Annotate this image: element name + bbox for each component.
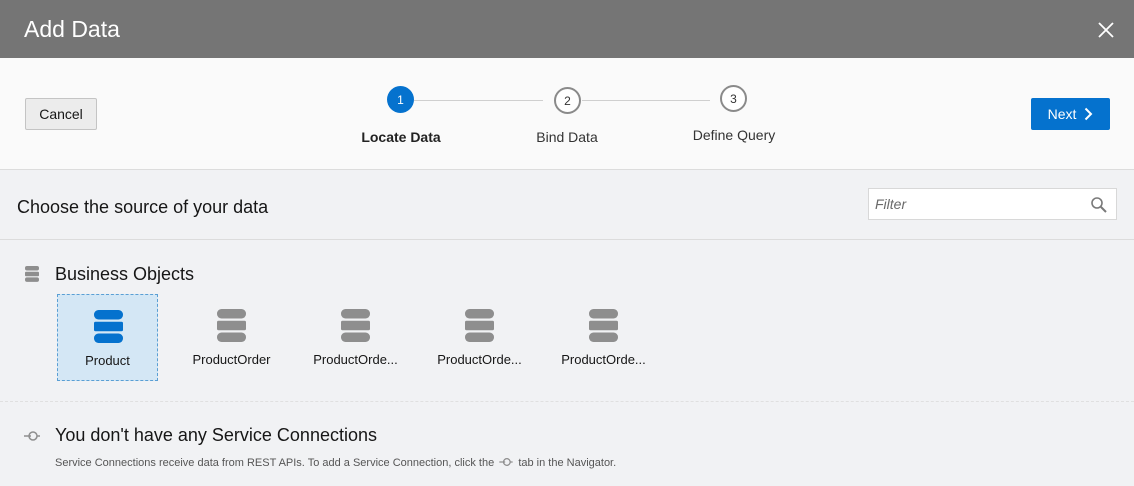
wizard-train-bar: Cancel 1 2 3 Locate Data Bind Data Defin… [0,58,1134,170]
step-1-indicator[interactable]: 1 [387,86,414,113]
close-icon[interactable] [1096,20,1116,40]
business-objects-section: Business Objects Product ProductOrder Pr… [0,240,1134,402]
filter-input[interactable] [869,189,1116,219]
business-object-tile[interactable]: ProductOrde... [429,294,530,381]
next-button-label: Next [1047,106,1077,122]
service-connections-description: Service Connections receive data from RE… [55,457,616,469]
database-icon [217,309,246,342]
search-icon[interactable] [1090,196,1108,214]
description-text: Service Connections receive data from RE… [55,457,495,469]
database-icon [589,309,618,342]
source-header: Choose the source of your data [0,170,1134,240]
service-connections-title: You don't have any Service Connections [55,425,377,445]
business-object-tile[interactable]: ProductOrde... [553,294,654,381]
business-object-label: ProductOrde... [561,352,646,367]
filter-field[interactable] [868,188,1117,220]
step-1-label: Locate Data [361,129,441,145]
step-2-indicator[interactable]: 2 [554,87,581,114]
dialog-title: Add Data [24,16,120,42]
business-object-tile[interactable]: ProductOrder [181,294,282,381]
database-icon [465,309,494,342]
step-3-label: Define Query [692,127,776,143]
business-object-tile[interactable]: Product [57,294,158,381]
business-object-label: ProductOrder [192,352,271,367]
business-object-label: ProductOrde... [437,352,522,367]
business-object-label: ProductOrde... [313,352,398,367]
plug-icon [499,458,513,466]
step-connector [414,100,543,101]
business-object-tile[interactable]: ProductOrde... [305,294,406,381]
database-icon [341,309,370,342]
database-icon [94,310,123,343]
step-connector [582,100,710,101]
next-button[interactable]: Next [1031,98,1110,130]
service-connections-section: You don't have any Service Connections S… [0,402,1134,486]
database-icon [25,266,39,282]
business-object-label: Product [85,353,130,368]
chevron-right-icon [1085,107,1093,121]
business-objects-title: Business Objects [55,264,195,284]
cancel-button[interactable]: Cancel [25,98,97,130]
description-text: tab in the Navigator. [518,457,617,469]
step-3-indicator[interactable]: 3 [720,85,747,112]
plug-icon [24,431,40,441]
step-2-label: Bind Data [536,129,598,145]
page-title: Choose the source of your data [17,197,269,217]
dialog-header: Add Data [0,0,1134,58]
